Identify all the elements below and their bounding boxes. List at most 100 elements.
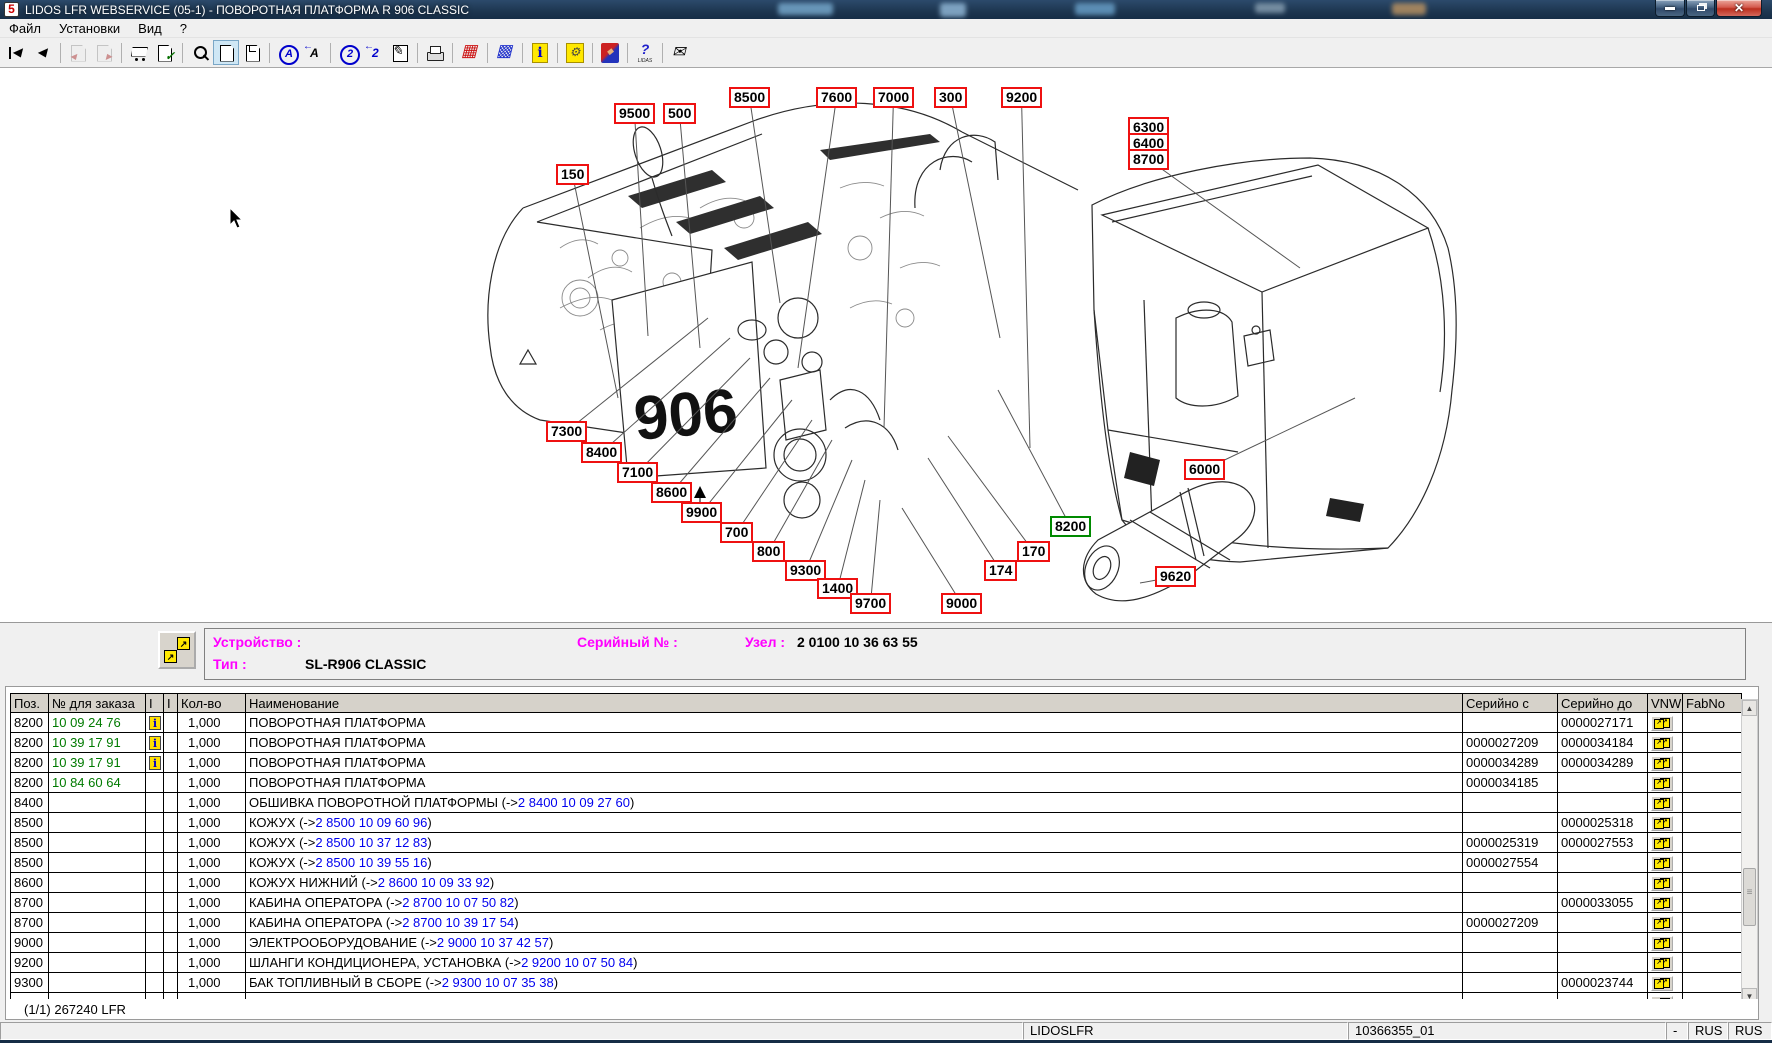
page-cur-icon[interactable] — [213, 40, 239, 65]
part-link[interactable]: 2 9300 10 07 35 38 — [442, 975, 554, 990]
table-row[interactable]: 820010 09 24 76i1,000ПОВОРОТНАЯ ПЛАТФОРМ… — [11, 713, 1742, 733]
callout-9000[interactable]: 9000 — [941, 593, 982, 614]
circled-2-icon[interactable] — [335, 40, 361, 65]
lidas-icon[interactable] — [632, 40, 658, 65]
callout-9500[interactable]: 9500 — [614, 103, 655, 124]
info-button[interactable]: i — [149, 736, 161, 750]
info-cell[interactable]: i — [146, 713, 164, 733]
red-grid-icon[interactable] — [457, 40, 483, 65]
vnw-button[interactable] — [1651, 836, 1673, 851]
vnw-button[interactable] — [1651, 816, 1673, 831]
nav-first-icon[interactable] — [4, 40, 30, 65]
info-cell[interactable]: i — [146, 733, 164, 753]
vnw-cell[interactable] — [1648, 793, 1683, 813]
vnw-cell[interactable] — [1648, 753, 1683, 773]
table-row[interactable]: 93001,000БАК ТОПЛИВНЫЙ В СБОРЕ (->2 9300… — [11, 973, 1742, 993]
vnw-cell[interactable] — [1648, 833, 1683, 853]
order-number-cell[interactable]: 10 09 24 76 — [49, 713, 146, 733]
callout-7000[interactable]: 7000 — [873, 87, 914, 108]
tools-icon[interactable] — [562, 40, 588, 65]
vnw-button[interactable] — [1651, 856, 1673, 871]
callout-700[interactable]: 700 — [720, 522, 753, 543]
mail-icon[interactable] — [667, 40, 693, 65]
vnw-cell[interactable] — [1648, 873, 1683, 893]
vnw-cell[interactable] — [1648, 933, 1683, 953]
vnw-button[interactable] — [1651, 876, 1673, 891]
vnw-button[interactable] — [1651, 796, 1673, 811]
menu-item-файл[interactable]: Файл — [0, 19, 50, 38]
vnw-cell[interactable] — [1648, 733, 1683, 753]
table-row[interactable]: 92001,000ШЛАНГИ КОНДИЦИОНЕРА, УСТАНОВКА … — [11, 953, 1742, 973]
part-link[interactable]: 2 8600 10 09 33 92 — [378, 875, 490, 890]
info-button[interactable]: i — [149, 756, 161, 770]
info-icon[interactable] — [527, 40, 553, 65]
callout-8600[interactable]: 8600 — [651, 482, 692, 503]
callout-8400[interactable]: 8400 — [581, 442, 622, 463]
vnw-cell[interactable] — [1648, 893, 1683, 913]
vnw-button[interactable] — [1651, 756, 1673, 771]
part-link[interactable]: 2 9000 10 37 42 57 — [437, 935, 549, 950]
callout-7300[interactable]: 7300 — [546, 421, 587, 442]
doc-check-icon[interactable] — [152, 40, 178, 65]
table-row[interactable]: 86001,000КОЖУХ НИЖНИЙ (->2 8600 10 09 33… — [11, 873, 1742, 893]
callout-9620[interactable]: 9620 — [1155, 566, 1196, 587]
menu-item-установки[interactable]: Установки — [50, 19, 129, 38]
callout-8500[interactable]: 8500 — [729, 87, 770, 108]
vnw-button[interactable] — [1651, 736, 1673, 751]
info-button[interactable]: i — [149, 716, 161, 730]
callout-6000[interactable]: 6000 — [1184, 459, 1225, 480]
callout-500[interactable]: 500 — [663, 103, 696, 124]
callout-8200[interactable]: 8200 — [1050, 516, 1091, 537]
callout-174[interactable]: 174 — [984, 560, 1017, 581]
vnw-button[interactable] — [1651, 716, 1673, 731]
zoom-icon[interactable] — [187, 40, 213, 65]
table-row[interactable]: 87001,000КАБИНА ОПЕРАТОРА (->2 8700 10 0… — [11, 893, 1742, 913]
vnw-cell[interactable] — [1648, 973, 1683, 993]
callout-170[interactable]: 170 — [1017, 541, 1050, 562]
circled-a-icon[interactable] — [274, 40, 300, 65]
scrollbar-thumb[interactable] — [1743, 868, 1756, 926]
table-row[interactable]: 90001,000ЭЛЕКТРООБОРУДОВАНИЕ (->2 9000 1… — [11, 933, 1742, 953]
vnw-cell[interactable] — [1648, 993, 1683, 1000]
menu-item-вид[interactable]: Вид — [129, 19, 171, 38]
a-undo-icon[interactable] — [300, 40, 326, 65]
close-button[interactable]: ✕ — [1716, 0, 1762, 17]
callout-7100[interactable]: 7100 — [617, 462, 658, 483]
vnw-cell[interactable] — [1648, 853, 1683, 873]
order-number-cell[interactable]: 10 84 60 64 — [49, 773, 146, 793]
table-row[interactable]: 820010 39 17 91i1,000ПОВОРОТНАЯ ПЛАТФОРМ… — [11, 733, 1742, 753]
vnw-cell[interactable] — [1648, 773, 1683, 793]
vnw-button[interactable] — [1651, 916, 1673, 931]
nav-prev-icon[interactable] — [30, 40, 56, 65]
order-number-cell[interactable]: 10 39 17 91 — [49, 733, 146, 753]
vnw-button[interactable] — [1651, 776, 1673, 791]
link-jump-button[interactable]: ↗↗ — [158, 631, 196, 669]
callout-8700[interactable]: 8700 — [1128, 149, 1169, 170]
two-undo-icon[interactable] — [361, 40, 387, 65]
vnw-button[interactable] — [1651, 976, 1673, 991]
table-row[interactable]: 820010 39 17 91i1,000ПОВОРОТНАЯ ПЛАТФОРМ… — [11, 753, 1742, 773]
vnw-button[interactable] — [1651, 896, 1673, 911]
scroll-up-button[interactable]: ▲ — [1742, 700, 1757, 716]
part-link[interactable]: 2 8700 10 07 50 82 — [402, 895, 514, 910]
restore-button[interactable] — [1686, 0, 1715, 17]
vnw-button[interactable] — [1651, 936, 1673, 951]
minimize-button[interactable] — [1655, 0, 1685, 17]
callout-300[interactable]: 300 — [934, 87, 967, 108]
order-number-cell[interactable]: 10 39 17 91 — [49, 753, 146, 773]
info-cell[interactable]: i — [146, 753, 164, 773]
vnw-button[interactable] — [1651, 996, 1673, 999]
vnw-cell[interactable] — [1648, 813, 1683, 833]
scroll-down-button[interactable]: ▼ — [1742, 988, 1757, 999]
callout-9700[interactable]: 9700 — [850, 593, 891, 614]
table-row[interactable]: 87001,000КАБИНА ОПЕРАТОРА (->2 8700 10 3… — [11, 913, 1742, 933]
table-row[interactable]: 84001,000ОБШИВКА ПОВОРОТНОЙ ПЛАТФОРМЫ (-… — [11, 793, 1742, 813]
vnw-button[interactable] — [1651, 956, 1673, 971]
callout-150[interactable]: 150 — [556, 164, 589, 185]
menu-item-?[interactable]: ? — [171, 19, 196, 38]
part-link[interactable]: 2 8500 10 37 12 83 — [315, 835, 427, 850]
vertical-scrollbar[interactable]: ▲ ▼ — [1741, 699, 1758, 999]
part-link[interactable]: 2 8500 10 09 60 96 — [315, 815, 427, 830]
table-row[interactable]: 820010 84 60 641,000ПОВОРОТНАЯ ПЛАТФОРМА… — [11, 773, 1742, 793]
partner-icon[interactable] — [597, 40, 623, 65]
